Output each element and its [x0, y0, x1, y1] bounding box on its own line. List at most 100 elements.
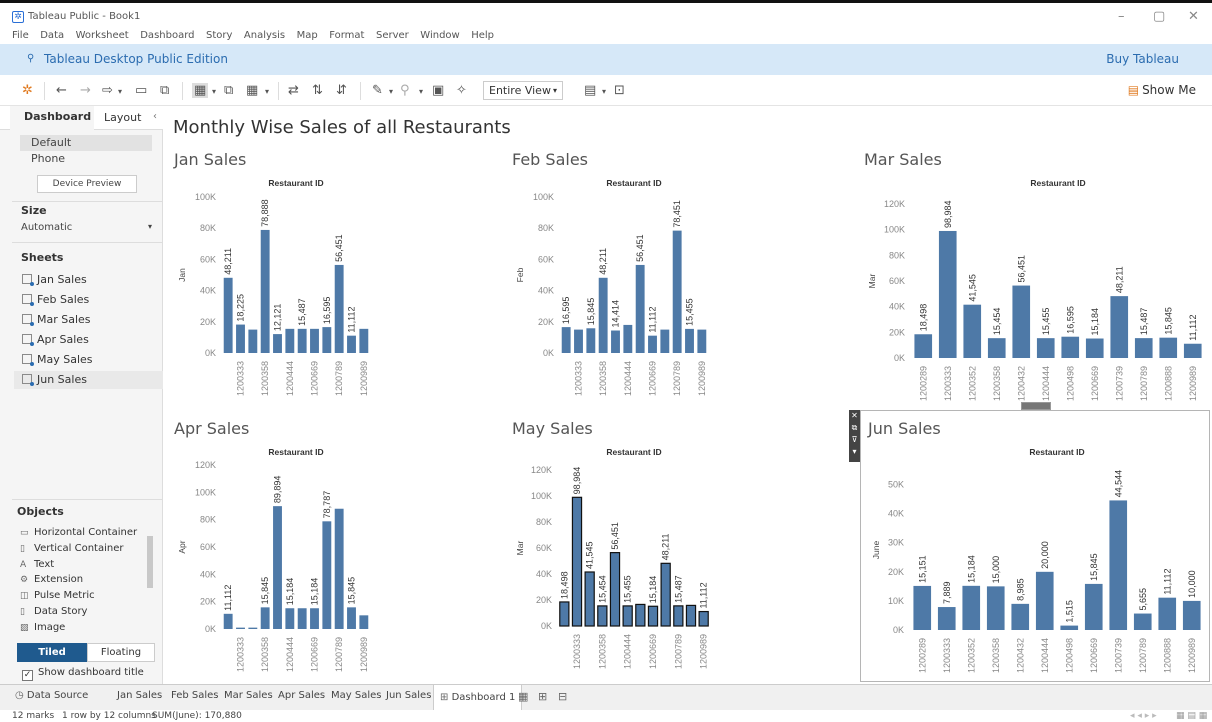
- clear-sheet-icon[interactable]: ▦: [246, 83, 258, 98]
- chevron-down-icon[interactable]: ▾: [118, 87, 122, 96]
- bar-chart[interactable]: Restaurant ID Apr 0K 20K 40K 60K 80K 100K 120K 11…: [174, 419, 374, 681]
- sheet-item-jun-sales[interactable]: Jun Sales: [14, 371, 163, 389]
- new-story-icon[interactable]: ⊟: [558, 690, 567, 703]
- chevron-down-icon[interactable]: ▾: [419, 87, 423, 96]
- bar-chart[interactable]: Restaurant ID Jan 0K 20K 40K 60K 80K 100K 48,211…: [174, 150, 374, 412]
- bar: [285, 608, 295, 629]
- go-to-sheet-icon[interactable]: ⧉: [849, 422, 860, 434]
- tab-dashboard-1[interactable]: ⊞ Dashboard 1: [433, 685, 523, 711]
- save-icon[interactable]: ▭: [135, 83, 147, 98]
- fix-axes-icon[interactable]: ✧: [456, 83, 467, 98]
- bar-chart[interactable]: Restaurant ID Feb 0K 20K 40K 60K 80K 100K 16,595…: [512, 150, 712, 412]
- redo-icon[interactable]: →: [80, 83, 91, 98]
- tab-layout[interactable]: Layout: [104, 111, 141, 124]
- collapse-pane-icon[interactable]: ‹: [153, 111, 157, 122]
- data-label: 12,121: [273, 304, 283, 332]
- bar: [673, 605, 684, 627]
- object-text[interactable]: A Text: [20, 559, 54, 570]
- chevron-down-icon[interactable]: ▾: [212, 87, 216, 96]
- tableau-home-icon[interactable]: ✲: [22, 83, 33, 98]
- show-me-button[interactable]: ▤ Show Me: [1128, 83, 1196, 97]
- scrollbar-thumb[interactable]: [147, 536, 153, 588]
- device-default[interactable]: Default: [20, 135, 152, 151]
- sheet-item-feb-sales[interactable]: Feb Sales: [14, 291, 163, 309]
- highlight-icon[interactable]: ✎: [372, 83, 383, 98]
- device-phone[interactable]: Phone: [20, 151, 152, 167]
- new-worksheet-icon[interactable]: ▦: [518, 690, 528, 703]
- menu-format[interactable]: Format: [329, 28, 364, 44]
- object-image[interactable]: ▨ Image: [20, 622, 65, 633]
- menu-data[interactable]: Data: [40, 28, 64, 44]
- tab-may-sales[interactable]: May Sales: [331, 690, 381, 701]
- tab-apr-sales[interactable]: Apr Sales: [278, 690, 325, 701]
- show-dashboard-title-checkbox[interactable]: ✓ Show dashboard title: [22, 667, 144, 681]
- tab-jun-sales[interactable]: Jun Sales: [386, 690, 431, 701]
- y-tick-label: 100K: [884, 225, 905, 235]
- new-worksheet-icon[interactable]: ▦: [192, 83, 209, 98]
- menu-help[interactable]: Help: [471, 28, 494, 44]
- show-cards-icon[interactable]: ▤: [584, 83, 596, 98]
- sheet-item-apr-sales[interactable]: Apr Sales: [14, 331, 163, 349]
- tab-mar-sales[interactable]: Mar Sales: [224, 690, 273, 701]
- minimize-icon[interactable]: –: [1118, 9, 1125, 24]
- menu-window[interactable]: Window: [420, 28, 459, 44]
- tab-feb-sales[interactable]: Feb Sales: [171, 690, 219, 701]
- chevron-down-icon[interactable]: ▾: [265, 87, 269, 96]
- navigation-arrows-icon[interactable]: ◂ ◂ ▸ ▸: [1130, 711, 1157, 721]
- sheet-item-mar-sales[interactable]: Mar Sales: [14, 311, 163, 329]
- presentation-mode-icon[interactable]: ⊡: [614, 83, 625, 98]
- view-toggle-icon[interactable]: ▦ ▤ ▦: [1176, 711, 1207, 721]
- undo-icon[interactable]: ←: [56, 83, 67, 98]
- menu-map[interactable]: Map: [297, 28, 318, 44]
- y-tick-label: 120K: [531, 465, 552, 475]
- sheet-item-may-sales[interactable]: May Sales: [14, 351, 163, 369]
- y-tick-label: 0K: [205, 348, 216, 358]
- sheets-header: Sheets: [21, 251, 64, 264]
- menu-dashboard[interactable]: Dashboard: [140, 28, 194, 44]
- menu-story[interactable]: Story: [206, 28, 232, 44]
- close-icon[interactable]: ✕: [1188, 9, 1199, 24]
- bar-chart[interactable]: Restaurant ID June 0K 10K 20K 30K 40K 50K 15,151…: [868, 419, 1208, 681]
- tab-jan-sales[interactable]: Jan Sales: [117, 690, 162, 701]
- menu-analysis[interactable]: Analysis: [244, 28, 285, 44]
- menu-worksheet[interactable]: Worksheet: [76, 28, 129, 44]
- floating-button[interactable]: Floating: [87, 643, 155, 662]
- object-data-story[interactable]: ▯ Data Story: [20, 606, 87, 617]
- duplicate-sheet-icon[interactable]: ⧉: [224, 83, 233, 98]
- menu-server[interactable]: Server: [376, 28, 409, 44]
- sheet-item-jan-sales[interactable]: Jan Sales: [14, 271, 163, 289]
- sort-descending-icon[interactable]: ⇵: [336, 83, 347, 98]
- bar-chart[interactable]: Restaurant ID Mar 0K 20K 40K 60K 80K 100K 120K 18…: [512, 419, 712, 681]
- show-mark-labels-icon[interactable]: ▣: [432, 83, 444, 98]
- object-vertical-container[interactable]: ▯ Vertical Container: [20, 543, 123, 554]
- x-tick-label: 1200358: [597, 634, 607, 669]
- object-pulse-metric[interactable]: ◫ Pulse Metric: [20, 590, 95, 601]
- remove-icon[interactable]: ✕: [849, 410, 860, 422]
- tab-data-source[interactable]: ◷ Data Source: [15, 690, 88, 701]
- extension-icon: ⚙: [20, 575, 29, 585]
- tab-dashboard[interactable]: Dashboard: [10, 106, 94, 130]
- object-extension[interactable]: ⚙ Extension: [20, 574, 83, 585]
- sort-ascending-icon[interactable]: ⇅: [312, 83, 323, 98]
- size-select[interactable]: Automatic ▾: [21, 222, 156, 233]
- group-members-icon[interactable]: ⚲: [400, 83, 410, 98]
- tiled-button[interactable]: Tiled: [17, 643, 87, 662]
- swap-rows-columns-icon[interactable]: ⇄: [288, 83, 299, 98]
- filter-icon[interactable]: ⊽: [849, 434, 860, 446]
- new-dashboard-icon[interactable]: ⊞: [538, 690, 547, 703]
- pin-icon[interactable]: ⚲: [27, 53, 34, 64]
- bar-chart[interactable]: Restaurant ID Mar 0K 20K 40K 60K 80K 100K 120K 18…: [864, 150, 1209, 412]
- device-preview-button[interactable]: Device Preview: [37, 175, 137, 193]
- data-label: 15,845: [1089, 553, 1099, 581]
- new-data-source-icon[interactable]: ⧉: [160, 83, 169, 98]
- menu-file[interactable]: File: [12, 28, 29, 44]
- chevron-down-icon[interactable]: ▾: [602, 87, 606, 96]
- buy-tableau-link[interactable]: Buy Tableau: [1106, 52, 1179, 66]
- chevron-down-icon[interactable]: ▾: [389, 87, 393, 96]
- more-options-icon[interactable]: ▾: [849, 446, 860, 458]
- replace-data-source-icon[interactable]: ⇨: [102, 83, 113, 98]
- maximize-icon[interactable]: ▢: [1153, 9, 1165, 24]
- fit-select[interactable]: Entire View ▾: [483, 81, 563, 100]
- object-horizontal-container[interactable]: ▭ Horizontal Container: [20, 527, 137, 538]
- objects-scrollbar[interactable]: [146, 526, 154, 638]
